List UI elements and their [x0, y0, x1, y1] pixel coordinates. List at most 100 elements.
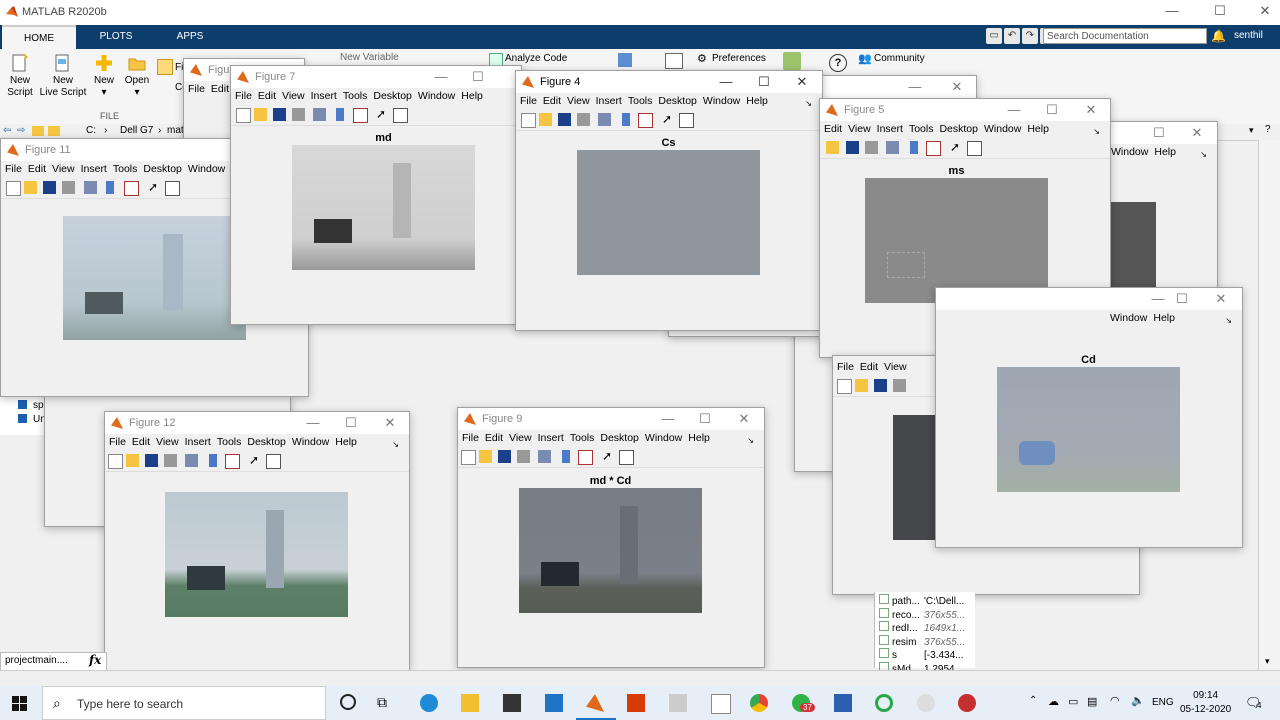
help-icon[interactable]: ?: [829, 54, 847, 72]
property-inspector-icon[interactable]: [619, 450, 634, 465]
tab-home[interactable]: HOME: [2, 25, 76, 51]
close-icon[interactable]: ✕: [734, 411, 754, 427]
maximize-icon[interactable]: ☐: [341, 415, 361, 431]
close-icon[interactable]: ✕: [792, 74, 812, 90]
addons-icon[interactable]: [783, 52, 801, 70]
open-file-icon[interactable]: [24, 181, 37, 194]
menu-window[interactable]: Window: [1111, 144, 1148, 161]
property-inspector-icon[interactable]: [393, 108, 408, 123]
edge-browser-icon[interactable]: [420, 694, 438, 712]
tab-apps[interactable]: APPS: [156, 25, 224, 49]
menu-insert[interactable]: Insert: [596, 93, 622, 110]
save-icon[interactable]: [874, 379, 887, 392]
dock-arrow-icon[interactable]: ↘: [1225, 312, 1232, 329]
menu-insert[interactable]: Insert: [877, 121, 903, 138]
menu-file[interactable]: File: [837, 359, 854, 376]
minimize-icon[interactable]: —: [658, 411, 678, 426]
pointer-icon[interactable]: ➚: [950, 141, 963, 154]
menu-view[interactable]: View: [52, 161, 75, 178]
new-figure-icon[interactable]: [6, 181, 21, 196]
open-file-icon[interactable]: [126, 454, 139, 467]
menu-edit[interactable]: Edit: [543, 93, 561, 110]
windows-start-icon[interactable]: [12, 696, 27, 711]
menu-help[interactable]: Help: [746, 93, 768, 110]
property-inspector-icon[interactable]: [967, 141, 982, 156]
print-icon[interactable]: [292, 108, 305, 121]
cortana-icon[interactable]: [340, 694, 356, 710]
close-icon[interactable]: ✕: [380, 415, 400, 431]
new-button[interactable]: New ▾: [92, 53, 116, 99]
menu-desktop[interactable]: Desktop: [600, 430, 639, 447]
close-icon[interactable]: ✕: [947, 79, 967, 95]
pointer-icon[interactable]: ➚: [148, 181, 161, 194]
menu-window[interactable]: Window: [703, 93, 740, 110]
property-inspector-icon[interactable]: [165, 181, 180, 196]
chevron-down-icon[interactable]: ▾: [1249, 125, 1254, 136]
property-inspector-icon[interactable]: [679, 113, 694, 128]
link-plot-icon[interactable]: [185, 454, 198, 467]
figure-cd-window[interactable]: — ☐ ✕ Window Help ↘ Cd: [935, 287, 1243, 548]
redo-icon[interactable]: ↷: [1022, 28, 1038, 44]
minimize-icon[interactable]: —: [303, 415, 323, 430]
community-link[interactable]: Community: [874, 53, 925, 64]
table-row[interactable]: redI... 1649x1...: [879, 621, 969, 635]
menu-window[interactable]: Window: [645, 430, 682, 447]
path-folder-dell[interactable]: Dell G7: [120, 125, 153, 136]
menu-window[interactable]: Window: [292, 434, 329, 451]
notification-bell-icon[interactable]: 🔔: [1211, 29, 1226, 43]
maximize-icon[interactable]: ☐: [1172, 291, 1192, 307]
new-figure-icon[interactable]: [236, 108, 251, 123]
new-script-button[interactable]: New Script: [4, 53, 36, 99]
property-inspector-icon[interactable]: [266, 454, 281, 469]
print-icon[interactable]: [893, 379, 906, 392]
menu-help[interactable]: Help: [688, 430, 710, 447]
menu-file[interactable]: File: [5, 161, 22, 178]
photos-icon[interactable]: [669, 694, 687, 712]
menu-desktop[interactable]: Desktop: [939, 121, 978, 138]
colorbar-icon[interactable]: [336, 108, 344, 121]
print-icon[interactable]: [62, 181, 75, 194]
menu-edit[interactable]: Edit: [258, 88, 276, 105]
layout-icon[interactable]: [618, 53, 632, 67]
new-live-script-button[interactable]: New Live Script: [38, 53, 88, 99]
set-path-icon[interactable]: [665, 53, 683, 69]
minimize-icon[interactable]: —: [905, 79, 925, 94]
legend-icon[interactable]: [353, 108, 368, 123]
user-account[interactable]: senthil: [1234, 30, 1263, 41]
mail-icon[interactable]: [545, 694, 563, 712]
forward-arrow-icon[interactable]: ⇨: [17, 125, 25, 136]
menu-edit[interactable]: Edit: [132, 434, 150, 451]
chevron-up-icon[interactable]: ⌃: [1029, 695, 1037, 706]
network-icon[interactable]: ▤: [1087, 695, 1097, 708]
new-variable-button[interactable]: New Variable: [340, 52, 399, 63]
menu-desktop[interactable]: Desktop: [143, 161, 182, 178]
menu-help[interactable]: Help: [1154, 144, 1176, 161]
print-icon[interactable]: [164, 454, 177, 467]
print-icon[interactable]: [865, 141, 878, 154]
pointer-icon[interactable]: ➚: [662, 113, 675, 126]
menu-tools[interactable]: Tools: [570, 430, 595, 447]
menu-edit[interactable]: Edit: [860, 359, 878, 376]
table-row[interactable]: reco... 376x55...: [879, 607, 969, 622]
menu-file[interactable]: File: [462, 430, 479, 447]
menu-edit[interactable]: Edit: [211, 81, 229, 98]
minimize-icon[interactable]: —: [1148, 291, 1168, 306]
figure-12-window[interactable]: Figure 12 — ☐ ✕ File Edit View Insert Tools Desk…: [104, 411, 410, 671]
menu-edit[interactable]: Edit: [485, 430, 503, 447]
new-figure-icon[interactable]: [837, 379, 852, 394]
link-plot-icon[interactable]: [313, 108, 326, 121]
open-button[interactable]: Open ▾: [122, 53, 152, 99]
task-view-icon[interactable]: ⧉: [377, 694, 387, 711]
minimize-icon[interactable]: —: [431, 69, 451, 84]
figure-9-window[interactable]: Figure 9 — ☐ ✕ File Edit View Insert Tools Deskt…: [457, 407, 765, 668]
undo-icon[interactable]: ↶: [1004, 28, 1020, 44]
wifi-icon[interactable]: ◠: [1110, 694, 1120, 707]
save-icon[interactable]: [558, 113, 571, 126]
save-icon[interactable]: [273, 108, 286, 121]
path-drive[interactable]: C:: [86, 125, 96, 136]
chrome-icon[interactable]: [750, 694, 768, 712]
link-plot-icon[interactable]: [598, 113, 611, 126]
app-icon[interactable]: [875, 694, 893, 712]
colorbar-icon[interactable]: [106, 181, 114, 194]
new-figure-icon[interactable]: [461, 450, 476, 465]
